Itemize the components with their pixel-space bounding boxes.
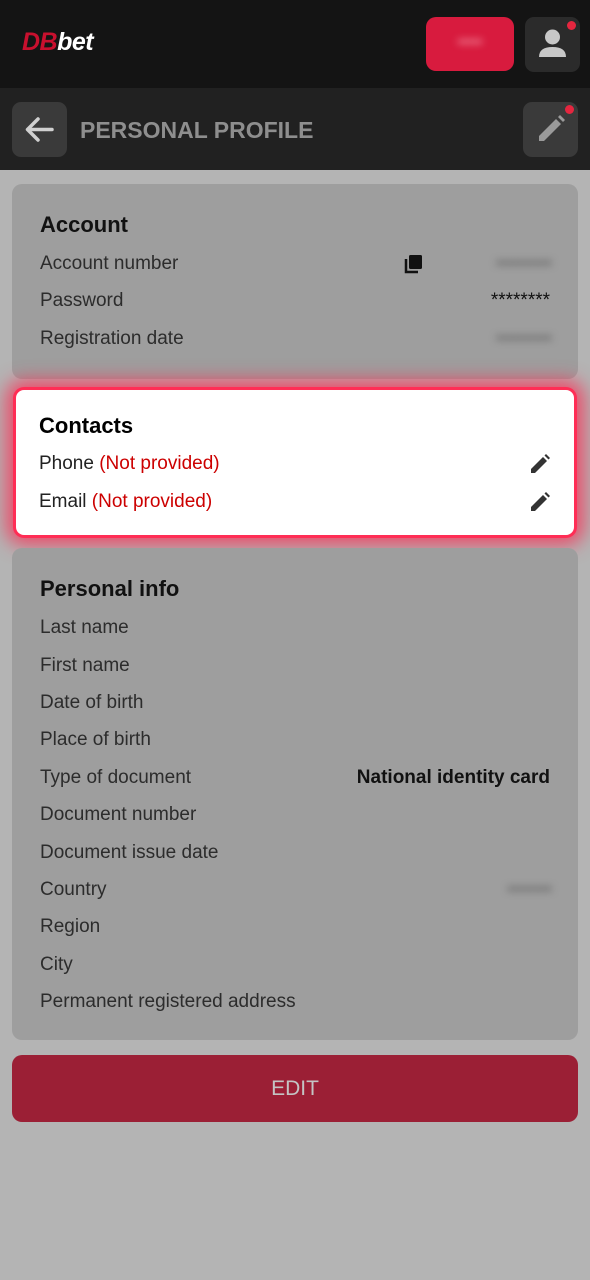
account-title: Account — [40, 212, 128, 237]
user-profile-button[interactable] — [525, 17, 580, 72]
account-number-value: •••••••••• — [495, 255, 552, 272]
personal-info-card: Personal info Last name First name Date … — [12, 548, 578, 1040]
deposit-label: ••••• — [457, 33, 483, 49]
city-label: City — [40, 954, 73, 975]
phone-status: (Not provided) — [99, 453, 220, 474]
page-title: PERSONAL PROFILE — [80, 117, 314, 143]
country-value: •••••••• — [507, 881, 552, 898]
registration-date-label: Registration date — [40, 328, 184, 349]
document-number-label: Document number — [40, 804, 197, 825]
document-issue-date-label: Document issue date — [40, 842, 219, 863]
personal-info-title: Personal info — [40, 576, 180, 601]
deposit-button[interactable]: ••••• — [426, 17, 514, 71]
contacts-title: Contacts — [39, 413, 134, 438]
email-label: Email — [39, 491, 87, 512]
top-bar: DB bet ••••• — [0, 0, 590, 88]
notification-dot — [565, 105, 574, 114]
arrow-left-icon — [25, 117, 54, 142]
region-label: Region — [40, 916, 101, 937]
back-button[interactable] — [12, 102, 67, 157]
page-header: PERSONAL PROFILE — [0, 88, 590, 170]
dbbet-logo[interactable]: DB bet — [22, 28, 94, 60]
registration-date-value: •••••••••• — [495, 330, 552, 347]
phone-label: Phone — [39, 453, 94, 474]
edit-email-pencil-icon[interactable] — [528, 490, 552, 514]
document-type-value: National identity card — [356, 767, 550, 788]
notification-dot — [567, 21, 576, 30]
last-name-label: Last name — [40, 617, 129, 638]
country-label: Country — [40, 879, 107, 900]
account-card: Account Account number •••••••••• Passwo… — [12, 184, 578, 379]
address-label: Permanent registered address — [40, 991, 296, 1012]
account-number-label: Account number — [40, 253, 179, 274]
password-value: ******** — [490, 290, 550, 311]
place-of-birth-label: Place of birth — [40, 729, 151, 750]
first-name-label: First name — [40, 655, 130, 676]
copy-icon[interactable] — [403, 253, 425, 275]
personal-profile-screen: DB bet ••••• PERSONAL PROFILE Account Ac… — [0, 0, 590, 1280]
date-of-birth-label: Date of birth — [40, 692, 144, 713]
phone-row: Phone (Not provided) — [39, 453, 220, 475]
contacts-card: Contacts Phone (Not provided) Email (Not… — [16, 390, 574, 535]
edit-profile-button[interactable] — [523, 102, 578, 157]
password-label: Password — [40, 290, 124, 311]
email-status: (Not provided) — [91, 491, 213, 512]
logo-db: DB — [22, 28, 58, 56]
edit-phone-pencil-icon[interactable] — [528, 452, 552, 476]
edit-button[interactable]: EDIT — [12, 1055, 578, 1122]
logo-bet: bet — [57, 28, 94, 56]
email-row: Email (Not provided) — [39, 491, 212, 513]
document-type-label: Type of document — [40, 767, 192, 788]
